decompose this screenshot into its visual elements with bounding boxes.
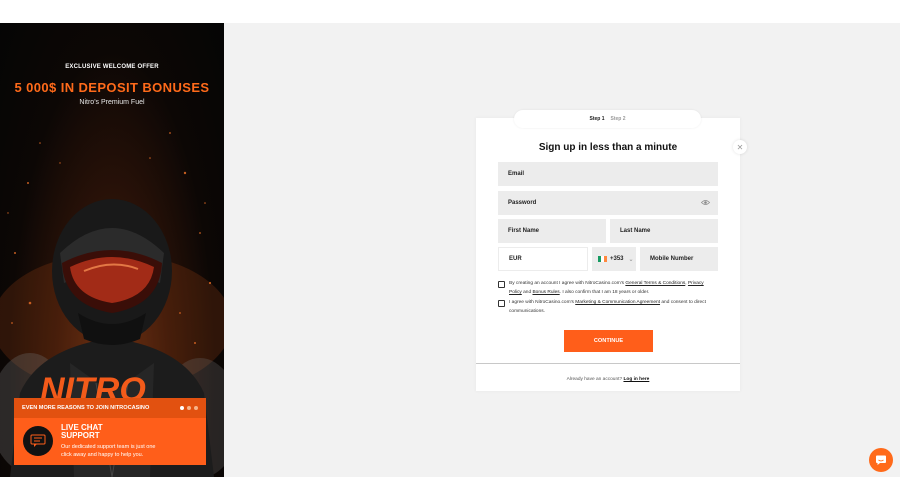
- reasons-carousel[interactable]: EVEN MORE REASONS TO JOIN NITROCASINO LI…: [14, 398, 206, 465]
- reasons-header: EVEN MORE REASONS TO JOIN NITROCASINO: [14, 398, 206, 418]
- currency-select[interactable]: EUR: [498, 247, 588, 271]
- password-field[interactable]: Password: [498, 191, 718, 215]
- phone-prefix-select[interactable]: +353 ⌄: [592, 247, 636, 271]
- carousel-dot-3[interactable]: [194, 406, 198, 410]
- carousel-dot-1[interactable]: [180, 406, 184, 410]
- ireland-flag-icon: [598, 256, 607, 262]
- last-name-placeholder: Last Name: [620, 228, 651, 234]
- mobile-number-field[interactable]: Mobile Number: [640, 247, 718, 271]
- carousel-dots: [180, 406, 198, 410]
- terms-sep-2: and: [521, 289, 533, 295]
- reason-item-text: Our dedicated support team is just one c…: [61, 444, 156, 458]
- marketing-agreement-link[interactable]: Marketing & Communication Agreement: [575, 300, 660, 305]
- login-link[interactable]: Log in here: [623, 377, 649, 382]
- login-prompt: Already have an account? Log in here: [476, 377, 740, 382]
- phone-prefix-value: +353: [610, 256, 624, 262]
- step-1-label: Step 1: [589, 116, 605, 122]
- marketing-consent-text: I agree with NitroCasino.com's Marketing…: [509, 299, 714, 316]
- terms-consent: By creating an account I agree with Nitr…: [498, 280, 714, 297]
- promo-headline: 5 000$ IN DEPOSIT BONUSES: [14, 80, 210, 95]
- promo-subline: Nitro's Premium Fuel: [79, 99, 145, 106]
- bonus-rules-link[interactable]: Bonus Rules: [532, 290, 559, 295]
- live-chat-button[interactable]: [869, 448, 893, 472]
- promo-panel: NITRO EXCLUSIVE WELCOME OFFER 5 000$ IN …: [0, 23, 224, 477]
- continue-button[interactable]: CONTINUE: [564, 330, 653, 352]
- login-prompt-text: Already have an account?: [566, 377, 623, 382]
- first-name-field[interactable]: First Name: [498, 219, 606, 243]
- marketing-checkbox[interactable]: [498, 300, 505, 307]
- reason-item-title: LIVE CHAT SUPPORT: [61, 423, 103, 440]
- step-2-label: Step 2: [610, 116, 626, 122]
- top-bar: [0, 0, 900, 23]
- password-placeholder: Password: [508, 200, 537, 206]
- terms-link[interactable]: General Terms & Conditions: [625, 281, 685, 286]
- terms-suffix: . I also confirm that I am 18 years or o…: [559, 289, 650, 295]
- reasons-title: EVEN MORE REASONS TO JOIN NITROCASINO: [22, 405, 150, 411]
- first-name-placeholder: First Name: [508, 228, 540, 234]
- reason-item: LIVE CHAT SUPPORT Our dedicated support …: [14, 418, 206, 465]
- card-divider: [476, 363, 740, 364]
- promo-eyebrow: EXCLUSIVE WELCOME OFFER: [65, 64, 159, 70]
- chevron-down-icon: ⌄: [628, 256, 634, 263]
- eye-icon[interactable]: [700, 199, 711, 208]
- chat-support-icon: [23, 426, 53, 456]
- terms-checkbox[interactable]: [498, 281, 505, 288]
- marketing-consent: I agree with NitroCasino.com's Marketing…: [498, 299, 714, 316]
- email-placeholder: Email: [508, 171, 525, 177]
- chat-bubble-icon: [876, 455, 886, 465]
- mobile-placeholder: Mobile Number: [650, 256, 694, 262]
- signup-title: Sign up in less than a minute: [538, 142, 678, 153]
- email-field[interactable]: Email: [498, 162, 718, 186]
- marketing-prefix: I agree with NitroCasino.com's: [509, 300, 576, 305]
- currency-value: EUR: [509, 256, 522, 262]
- carousel-dot-2[interactable]: [187, 406, 191, 410]
- bottom-bar: [0, 477, 900, 500]
- terms-consent-text: By creating an account I agree with Nitr…: [509, 280, 714, 297]
- terms-prefix: By creating an account I agree with Nitr…: [509, 281, 626, 286]
- step-indicator: Step 1 Step 2: [514, 110, 701, 128]
- last-name-field[interactable]: Last Name: [610, 219, 718, 243]
